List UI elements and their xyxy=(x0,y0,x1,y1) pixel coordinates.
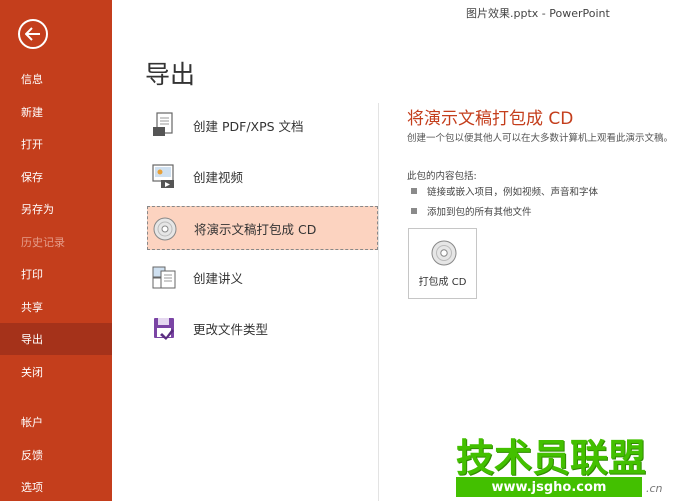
option-label: 将演示文稿打包成 CD xyxy=(194,221,317,237)
option-create-video[interactable]: 创建视频 xyxy=(147,154,378,198)
backstage-sidebar: 信息 新建 打开 保存 另存为 历史记录 打印 共享 导出 关闭 帐户 反馈 选… xyxy=(0,0,112,501)
watermark-brand: 技术员联盟 xyxy=(456,436,647,480)
nav-history: 历史记录 xyxy=(21,236,65,249)
arrow-left-icon xyxy=(25,27,40,41)
option-label: 创建视频 xyxy=(193,169,244,185)
bullet-square-icon xyxy=(411,188,417,194)
nav-share[interactable]: 共享 xyxy=(0,291,112,323)
detail-title: 将演示文稿打包成 CD xyxy=(407,109,574,129)
bullet-text: 添加到包的所有其他文件 xyxy=(427,207,532,218)
option-package-cd[interactable]: 将演示文稿打包成 CD xyxy=(147,206,378,250)
nav-save-as[interactable]: 另存为 xyxy=(0,193,112,225)
option-create-handouts[interactable]: 创建讲义 xyxy=(147,255,378,299)
option-label: 创建讲义 xyxy=(193,270,244,286)
package-button-label: 打包成 CD xyxy=(418,277,467,288)
nav-account[interactable]: 帐户 xyxy=(0,406,112,438)
cd-icon xyxy=(153,217,177,241)
nav-feedback[interactable]: 反馈 xyxy=(0,439,112,471)
contains-heading: 此包的内容包括: xyxy=(407,171,477,182)
pane-divider xyxy=(378,103,379,501)
nav-print[interactable]: 打印 xyxy=(0,258,112,290)
nav-new[interactable]: 新建 xyxy=(0,96,112,128)
detail-description: 创建一个包以便其他人可以在大多数计算机上观看此演示文稿。 xyxy=(407,133,674,144)
video-icon xyxy=(152,164,174,188)
contents-bullet: 添加到包的所有其他文件 xyxy=(411,204,532,218)
handout-icon xyxy=(152,266,176,289)
watermark-url: www.jsgho.com xyxy=(456,477,642,497)
save-disk-icon xyxy=(154,318,174,340)
nav-export[interactable]: 导出 xyxy=(0,323,112,355)
page-title: 导出 xyxy=(145,60,196,89)
nav-options[interactable]: 选项 xyxy=(0,471,112,501)
option-create-pdf-xps[interactable]: 创建 PDF/XPS 文档 xyxy=(147,103,378,147)
nav-close[interactable]: 关闭 xyxy=(0,356,112,388)
cd-icon xyxy=(431,240,457,266)
bullet-square-icon xyxy=(411,208,417,214)
window-title: 图片效果.pptx - PowerPoint xyxy=(466,7,610,20)
bullet-text: 链接或嵌入项目，例如视频、声音和字体 xyxy=(427,187,599,198)
package-for-cd-button[interactable]: 打包成 CD xyxy=(408,228,477,299)
nav-save[interactable]: 保存 xyxy=(0,161,112,193)
nav-open[interactable]: 打开 xyxy=(0,128,112,160)
option-label: 更改文件类型 xyxy=(193,321,269,337)
watermark-suffix: .cn xyxy=(646,482,663,495)
contents-bullet: 链接或嵌入项目，例如视频、声音和字体 xyxy=(411,184,598,198)
pdf-document-icon xyxy=(153,112,173,136)
back-button[interactable] xyxy=(18,19,48,49)
option-label: 创建 PDF/XPS 文档 xyxy=(193,118,304,134)
nav-info[interactable]: 信息 xyxy=(0,63,112,95)
option-change-file-type[interactable]: 更改文件类型 xyxy=(147,306,378,350)
